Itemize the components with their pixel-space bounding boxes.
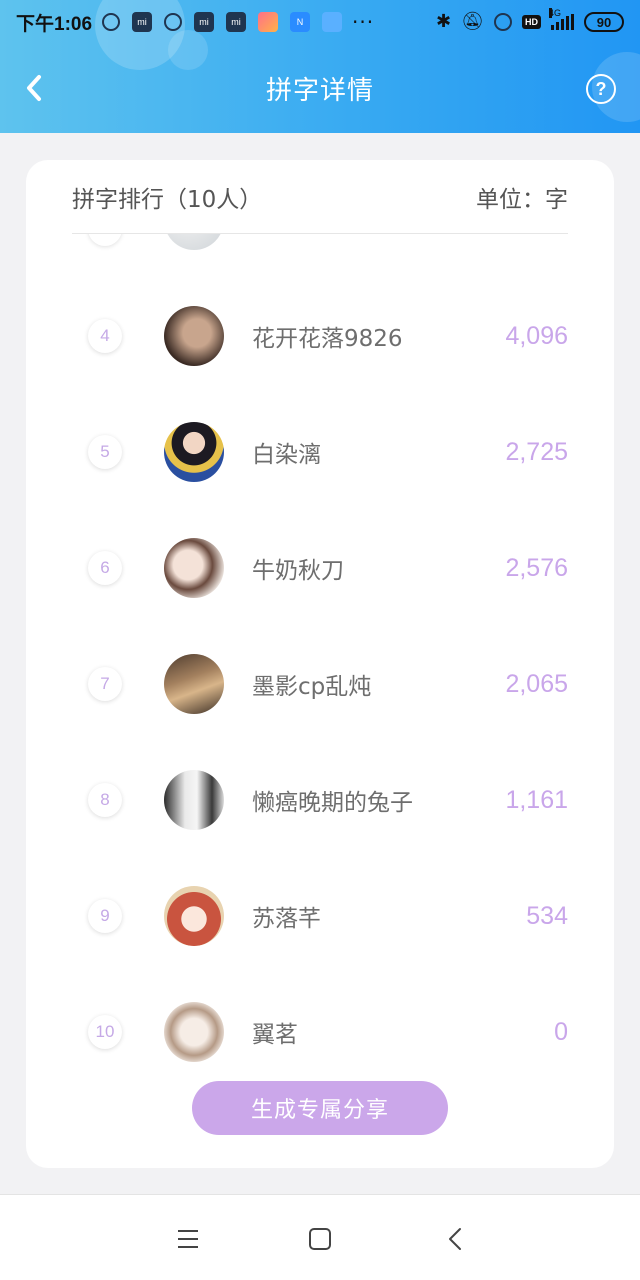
alarm-icon [494, 13, 512, 31]
battery-icon: 90 [584, 12, 624, 32]
user-name: 苏落芊 [252, 906, 321, 932]
user-name: 墨影cp乱炖 [252, 674, 372, 700]
list-item[interactable]: 4 花开花落9826 4,096 [26, 278, 614, 394]
network-type: 4G [549, 8, 562, 18]
bluetooth-icon: ✱ [436, 11, 452, 32]
word-count: 0 [554, 1017, 568, 1046]
chevron-left-icon [27, 75, 41, 101]
recent-apps-button[interactable] [174, 1225, 202, 1253]
back-button[interactable] [18, 70, 50, 106]
notification-icons: mi mi mi N [102, 12, 343, 32]
rank-badge [88, 234, 122, 246]
avatar [164, 654, 224, 714]
user-name: 花开花落9826 [252, 326, 403, 352]
avatar [164, 538, 224, 598]
status-time: 下午1:06 [16, 13, 93, 35]
help-button[interactable]: ? [586, 74, 616, 104]
n-app-notification-icon: N [290, 12, 311, 32]
word-count: 534 [526, 901, 568, 930]
rank-badge: 10 [88, 1015, 122, 1049]
alarm-notification-icon [164, 13, 183, 31]
list-item[interactable]: 8 懒癌晚期的兔子 1,161 [26, 742, 614, 858]
user-name: 白染漓 [252, 442, 321, 468]
ranking-list[interactable]: 4 花开花落9826 4,096 5 白染漓 2,725 6 牛奶秋刀 2,57… [26, 234, 614, 1068]
status-bar: 下午1:06 mi mi mi N ··· ✱ 🔕︎ HD 4G 90 [0, 0, 640, 44]
chevron-left-icon [449, 1228, 461, 1250]
page-title: 拼字详情 [265, 76, 374, 106]
ranking-title: 拼字排行（10人） [72, 186, 263, 213]
avatar [164, 234, 224, 250]
mute-icon: 🔕︎ [461, 11, 484, 32]
status-right: ✱ 🔕︎ HD 4G 90 [436, 8, 624, 32]
list-item[interactable]: 10 翼茗 0 [26, 974, 614, 1068]
home-button[interactable] [306, 1225, 334, 1253]
avatar [164, 1002, 224, 1062]
rank-badge: 4 [88, 319, 122, 353]
avatar [164, 306, 224, 366]
nav-bar: 拼字详情 ? [0, 44, 640, 133]
word-count: 4,096 [505, 321, 568, 350]
list-item[interactable]: 7 墨影cp乱炖 2,065 [26, 626, 614, 742]
user-name: 牛奶秋刀 [252, 558, 344, 584]
list-item[interactable]: 6 牛奶秋刀 2,576 [26, 510, 614, 626]
user-name: 翼茗 [252, 1022, 298, 1048]
word-count: 1,161 [505, 785, 568, 814]
app-notification-icon [258, 12, 279, 32]
system-back-button[interactable] [442, 1225, 470, 1253]
word-count: 2,725 [505, 437, 568, 466]
app-header: 下午1:06 mi mi mi N ··· ✱ 🔕︎ HD 4G 90 拼字详情… [0, 0, 640, 133]
ranking-card: 拼字排行（10人） 单位：字 4 花开花落9826 4,096 5 白染漓 2,… [26, 160, 614, 1168]
avatar [164, 422, 224, 482]
generate-share-button[interactable]: 生成专属分享 [192, 1081, 448, 1135]
chat-notification-icon [102, 13, 121, 31]
rank-badge: 6 [88, 551, 122, 585]
system-nav-bar [0, 1194, 640, 1280]
ranking-header: 拼字排行（10人） 单位：字 [72, 160, 568, 234]
signal-icon: 4G [549, 8, 574, 30]
mi-app-notification-icon: mi [226, 12, 247, 32]
avatar [164, 886, 224, 946]
rank-badge: 7 [88, 667, 122, 701]
list-item[interactable]: 5 白染漓 2,725 [26, 394, 614, 510]
square-home-icon [309, 1228, 331, 1250]
unit-label: 单位：字 [476, 186, 568, 213]
rank-badge: 8 [88, 783, 122, 817]
avatar [164, 770, 224, 830]
list-item[interactable]: 9 苏落芊 534 [26, 858, 614, 974]
rank-badge: 9 [88, 899, 122, 933]
rank-badge: 5 [88, 435, 122, 469]
question-circle-icon: ? [595, 78, 607, 99]
mi-app-notification-icon: mi [132, 12, 153, 32]
word-count: 2,065 [505, 669, 568, 698]
more-notifications-icon: ··· [352, 10, 375, 34]
app-notification-icon [322, 12, 343, 32]
user-name: 懒癌晚期的兔子 [252, 790, 413, 816]
mi-app-notification-icon: mi [194, 12, 215, 32]
hd-icon: HD [522, 15, 541, 29]
word-count: 2,576 [505, 553, 568, 582]
menu-lines-icon [178, 1230, 198, 1248]
